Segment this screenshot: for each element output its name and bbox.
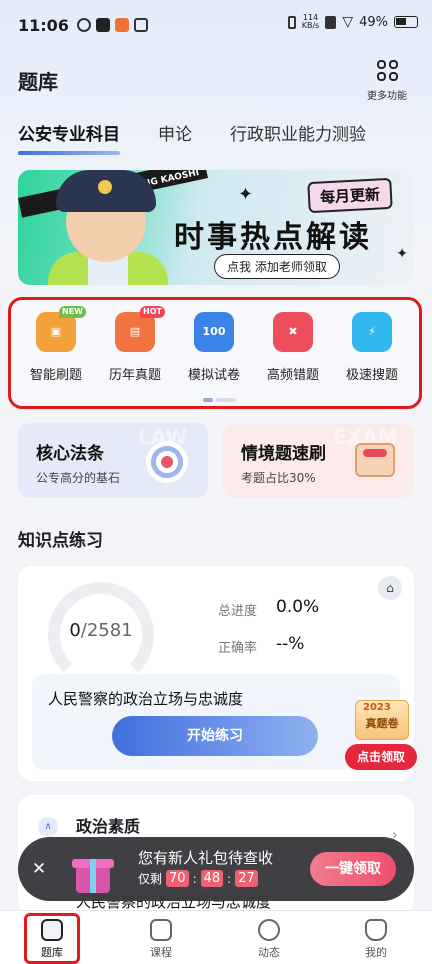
- status-time: 11:06: [18, 15, 69, 35]
- battery-text: 49%: [359, 14, 388, 30]
- card-title: 核心法条: [36, 444, 104, 464]
- promo-claim-button[interactable]: 点击领取: [345, 744, 417, 770]
- app-icon-2: [114, 18, 129, 32]
- card-subtitle: 公专高分的基石: [36, 471, 121, 485]
- feature-frequent-mistakes[interactable]: ✖ 高频错题: [253, 312, 333, 383]
- feature-past-exams[interactable]: ▤ HOT 历年真题: [95, 306, 175, 383]
- page-indicator: [203, 398, 236, 402]
- promo-banner[interactable]: ZHAOJING KAOSHI 每月更新 时事热点解读 点我 添加老师领取 ✦ …: [18, 170, 414, 285]
- toast-message: 您有新人礼包待查收: [138, 849, 274, 867]
- ribbon-icon: [363, 449, 387, 457]
- countdown-label: 仅剩: [138, 872, 163, 886]
- exam-paper-promo[interactable]: 真题卷 2023 点击领取: [345, 700, 417, 772]
- countdown-minutes: 48: [200, 870, 224, 887]
- nav-highlight: [24, 913, 80, 964]
- sparkle-icon-2: ✦: [396, 246, 408, 262]
- promo-label: 真题卷: [365, 717, 399, 730]
- speed-unit: KB/s: [301, 21, 320, 30]
- vibrate-icon: [287, 15, 296, 29]
- banner-subtitle[interactable]: 点我 添加老师领取: [214, 254, 340, 279]
- banner-monthly-tag: 每月更新: [307, 177, 393, 214]
- compass-icon: [258, 919, 280, 941]
- feature-label: 极速搜题: [345, 368, 398, 383]
- status-bar: 11:06 114 KB/s ▽ 49%: [0, 0, 432, 50]
- frequent-mistakes-icon: ✖: [273, 312, 313, 352]
- progress-total: /2581: [80, 620, 133, 641]
- network-speed: 114 KB/s: [302, 14, 320, 30]
- card-title: 情境题速刷: [241, 444, 326, 464]
- nav-feed[interactable]: 动态: [239, 913, 299, 960]
- accuracy-label: 正确率: [218, 641, 258, 656]
- feature-label: 历年真题: [108, 368, 161, 383]
- hot-badge: HOT: [140, 306, 165, 318]
- accuracy-value: --%: [276, 634, 305, 654]
- nav-label: 动态: [258, 946, 280, 959]
- newcomer-gift-toast: ✕ 您有新人礼包待查收 仅剩 70: 48: 27 一键领取: [18, 837, 414, 901]
- progress-label: 总进度: [218, 604, 258, 619]
- feature-quick-search[interactable]: ⚡ 极速搜题: [332, 312, 412, 383]
- past-exams-icon: ▤ HOT: [115, 306, 165, 352]
- card-situational[interactable]: EXAM 情境题速刷 考题占比30%: [223, 423, 413, 498]
- notification-icon: [76, 18, 91, 32]
- start-practice-button[interactable]: 开始练习: [112, 716, 318, 756]
- app-icon-3: [133, 18, 148, 32]
- card-core-law[interactable]: LAW 核心法条 公专高分的基石: [18, 423, 208, 498]
- smile-icon: [365, 919, 387, 941]
- page-title: 题库: [18, 70, 58, 94]
- countdown: 仅剩 70: 48: 27: [138, 870, 258, 887]
- tab-aptitude-test[interactable]: 行政职业能力测验: [230, 120, 366, 145]
- progress-done: 0: [69, 620, 81, 641]
- broom-icon[interactable]: ⌂: [378, 576, 402, 600]
- promo-year: 2023: [363, 702, 391, 713]
- nav-label: 我的: [365, 946, 387, 959]
- feature-label: 智能刷题: [29, 368, 82, 383]
- countdown-seconds: 27: [235, 870, 258, 887]
- sparkle-icon: ✦: [238, 184, 254, 205]
- play-icon: [150, 919, 172, 941]
- nav-label: 课程: [150, 946, 172, 959]
- card-subtitle: 考题占比30%: [241, 471, 316, 485]
- topic-category-title: 政治素质: [76, 817, 141, 836]
- feature-label: 高频错题: [266, 368, 319, 383]
- progress-count: 0/2581: [48, 620, 154, 641]
- feature-mock-exam[interactable]: 100 模拟试卷: [174, 312, 254, 383]
- smart-practice-icon: ▣ NEW: [36, 306, 86, 352]
- mock-exam-icon: 100: [194, 312, 234, 352]
- tab-public-security[interactable]: 公安专业科目: [18, 120, 120, 155]
- grid-icon: [362, 60, 412, 81]
- feature-label: 模拟试卷: [187, 368, 240, 383]
- nav-courses[interactable]: 课程: [131, 913, 191, 960]
- target-icon: [146, 441, 188, 483]
- more-functions-button[interactable]: 更多功能: [362, 56, 412, 102]
- countdown-hours: 70: [166, 870, 189, 887]
- app-icon: [95, 18, 110, 32]
- wifi-icon: ▽: [342, 14, 354, 30]
- nav-profile[interactable]: 我的: [346, 913, 406, 960]
- close-icon[interactable]: ✕: [28, 858, 50, 880]
- gift-box-icon: [68, 845, 116, 897]
- header: 题库 更多功能: [0, 54, 432, 104]
- banner-title: 时事热点解读: [174, 220, 372, 255]
- new-badge: NEW: [59, 306, 86, 318]
- tab-essay[interactable]: 申论: [158, 120, 192, 145]
- section-title-knowledge: 知识点练习: [18, 531, 103, 551]
- more-functions-label: 更多功能: [367, 91, 407, 102]
- quick-search-icon: ⚡: [352, 312, 392, 352]
- feature-grid: ▣ NEW 智能刷题 ▤ HOT 历年真题 100 模拟试卷 ✖ 高频错题 ⚡ 极速…: [8, 297, 422, 409]
- subject-tabs: 公安专业科目 申论 行政职业能力测验: [18, 120, 366, 155]
- status-right: 114 KB/s ▽ 49%: [287, 14, 418, 30]
- progress-value: 0.0%: [276, 597, 320, 617]
- feature-smart-practice[interactable]: ▣ NEW 智能刷题: [16, 306, 96, 383]
- battery-icon: [394, 16, 418, 28]
- claim-gift-button[interactable]: 一键领取: [310, 852, 396, 886]
- sim-icon: [325, 15, 337, 29]
- chevron-up-icon[interactable]: ∧: [38, 817, 58, 837]
- topic-name: 人民警察的政治立场与忠诚度: [48, 690, 244, 708]
